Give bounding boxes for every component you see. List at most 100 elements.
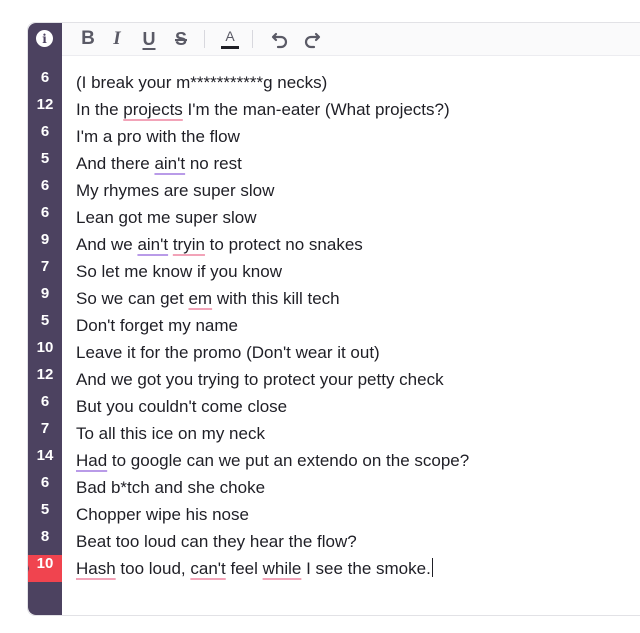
lyrics-lines[interactable]: 6 (I break your m***********g necks) 12 In … [28,69,640,582]
lyric-text[interactable]: I'm a pro with the flow [76,123,240,150]
syllable-count: 6 [40,393,50,410]
lyric-line[interactable]: 6 My rhymes are super slow [28,177,640,204]
lyric-line[interactable]: 7 To all this ice on my neck [28,420,640,447]
lyric-fragment: And there [76,154,155,173]
lyric-line[interactable]: 6 (I break your m***********g necks) [28,69,640,96]
undo-button[interactable] [268,27,292,51]
toolbar-divider [252,30,253,48]
lyric-line[interactable]: 5 Chopper wipe his nose [28,501,640,528]
lyric-fragment: Beat too loud can they hear the flow? [76,532,357,551]
lyric-text[interactable]: So we can get em with this kill tech [76,285,340,312]
lyric-line[interactable]: 14 Had to google can we put an extendo on… [28,447,640,474]
syllable-count: 5 [40,150,50,167]
lyric-line[interactable]: 12 In the projects I'm the man-eater (Wha… [28,96,640,123]
lyric-text[interactable]: Lean got me super slow [76,204,257,231]
lyric-fragment: with this kill tech [212,289,340,308]
redo-icon [304,32,321,49]
text-color-swatch [221,46,239,49]
redo-button[interactable] [300,27,324,51]
lyric-line[interactable]: 6 Lean got me super slow [28,204,640,231]
lyric-text[interactable]: Hash too loud, can't feel while I see th… [76,555,433,582]
lyric-line[interactable]: 5 Don't forget my name [28,312,640,339]
syllable-count: 9 [40,231,50,248]
italic-icon: I [113,28,121,49]
lyric-fragment: too loud, [115,559,191,578]
grammar-flag: ain't [154,154,186,173]
lyric-fragment: And we got you trying to protect your pe… [76,370,444,389]
lyric-line[interactable]: 6 But you couldn't come close [28,393,640,420]
lyric-fragment: to protect no snakes [204,235,363,254]
lyric-text[interactable]: Bad b*tch and she choke [76,474,265,501]
lyric-fragment: Leave it for the promo (Don't wear it ou… [76,343,380,362]
lyric-line[interactable]: 9 And we ain't tryin to protect no snakes [28,231,640,258]
lyric-text[interactable]: (I break your m***********g necks) [76,69,327,96]
lyric-text[interactable]: Beat too loud can they hear the flow? [76,528,357,555]
lyric-text[interactable]: Had to google can we put an extendo on t… [76,447,469,474]
lyric-fragment: no rest [185,154,242,173]
lyric-fragment: I'm the man-eater (What projects?) [182,100,450,119]
syllable-count: 6 [40,204,50,221]
lyric-line[interactable]: 9 So we can get em with this kill tech [28,285,640,312]
lyric-line[interactable]: 5 And there ain't no rest [28,150,640,177]
grammar-flag: ain't [137,235,169,254]
lyric-text[interactable]: My rhymes are super slow [76,177,274,204]
syllable-count: 10 [36,339,54,356]
lyric-fragment: My rhymes are super slow [76,181,275,200]
lyric-text[interactable]: Don't forget my name [76,312,238,339]
syllable-count: 6 [40,123,50,140]
lyric-text[interactable]: And there ain't no rest [76,150,242,177]
spelling-flag: projects [123,100,183,119]
text-cursor [431,558,433,577]
lyric-text[interactable]: Leave it for the promo (Don't wear it ou… [76,339,380,366]
bold-button[interactable]: B [76,27,100,51]
syllable-count: 9 [40,285,50,302]
syllable-count: 12 [36,96,54,113]
lyric-fragment: So we can get [76,289,189,308]
lyric-fragment: Bad b*tch and she choke [76,478,266,497]
lyric-text[interactable]: Chopper wipe his nose [76,501,249,528]
bold-icon: B [81,28,95,49]
syllable-count: 14 [36,447,54,464]
lyrics-editor: i B I U S A 6 (I break your m***********… [27,22,640,616]
lyric-line[interactable]: 7 So let me know if you know [28,258,640,285]
lyric-text[interactable]: And we ain't tryin to protect no snakes [76,231,363,258]
lyric-fragment: feel [225,559,263,578]
spelling-flag: can't [190,559,226,578]
syllable-count: 6 [40,69,50,86]
syllable-count: 5 [40,312,50,329]
lyric-text[interactable]: But you couldn't come close [76,393,287,420]
lyric-fragment: to google can we put an extendo on the s… [107,451,470,470]
lyric-line[interactable]: 10 Hash too loud, can't feel while I see … [28,555,640,582]
lyric-fragment: Lean got me super slow [76,208,257,227]
lyric-line[interactable]: 12 And we got you trying to protect your … [28,366,640,393]
syllable-count: 7 [40,420,50,437]
lyric-fragment: I see the smoke. [301,559,431,578]
lyric-text[interactable]: And we got you trying to protect your pe… [76,366,444,393]
spelling-flag: em [188,289,213,308]
syllable-count: 10 [36,555,54,572]
strikethrough-icon: S [174,28,187,49]
grammar-flag: Had [76,451,108,470]
text-color-icon: A [225,28,235,44]
lyric-fragment: (I break your m***********g necks) [76,73,328,92]
lyric-fragment: And we [76,235,138,254]
toolbar-divider [204,30,205,48]
formatting-toolbar: B I U S A [62,23,640,56]
lyric-fragment: In the [76,100,124,119]
info-icon[interactable]: i [36,30,53,47]
lyric-line[interactable]: 10 Leave it for the promo (Don't wear it … [28,339,640,366]
lyric-text[interactable]: To all this ice on my neck [76,420,265,447]
lyric-text[interactable]: In the projects I'm the man-eater (What … [76,96,450,123]
underline-icon: U [142,28,156,49]
syllable-count: 8 [40,528,50,545]
lyric-line[interactable]: 6 I'm a pro with the flow [28,123,640,150]
strikethrough-button[interactable]: S [169,27,193,51]
spelling-flag: while [262,559,302,578]
lyric-text[interactable]: So let me know if you know [76,258,282,285]
italic-button[interactable]: I [105,27,129,51]
text-color-button[interactable]: A [218,27,242,51]
lyric-line[interactable]: 6 Bad b*tch and she choke [28,474,640,501]
lyric-fragment: But you couldn't come close [76,397,288,416]
lyric-line[interactable]: 8 Beat too loud can they hear the flow? [28,528,640,555]
underline-button[interactable]: U [137,27,161,51]
